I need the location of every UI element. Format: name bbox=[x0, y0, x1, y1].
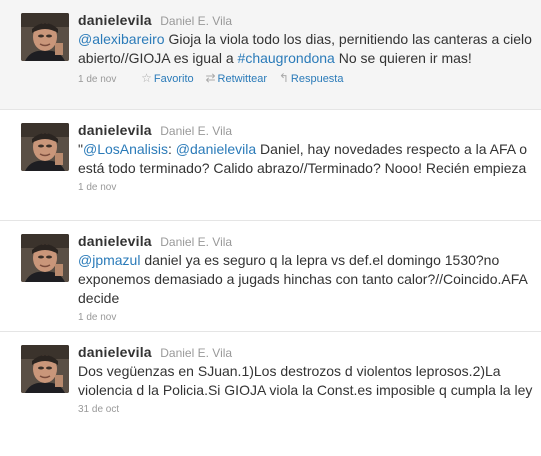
tweet-header: danielevila Daniel E. Vila bbox=[78, 232, 533, 250]
tweet-header: danielevila Daniel E. Vila bbox=[78, 121, 533, 139]
timestamp-link[interactable]: 1 de nov bbox=[78, 312, 116, 323]
tweet-content: danielevila Daniel E. Vila Dos vegüenzas… bbox=[78, 343, 533, 417]
user-avatar-photo[interactable] bbox=[21, 13, 69, 61]
tweet-text-segment: : bbox=[168, 141, 176, 157]
timestamp-link[interactable]: 1 de nov bbox=[78, 74, 116, 85]
tweet-text: "@LosAnalisis: @danielevila Daniel, hay … bbox=[78, 140, 533, 178]
timestamp-link[interactable]: 31 de oct bbox=[78, 404, 119, 415]
retweet-label: Retwittear bbox=[217, 73, 268, 85]
tweet-text-segment: daniel ya es seguro q la lepra vs def.el… bbox=[78, 252, 528, 306]
tweet-item[interactable]: danielevila Daniel E. Vila "@LosAnalisis… bbox=[0, 110, 541, 221]
tweet-content: danielevila Daniel E. Vila @jpmazul dani… bbox=[78, 232, 533, 325]
tweet-text-segment: No se quieren ir mas! bbox=[334, 50, 472, 66]
star-icon: ☆ bbox=[141, 71, 152, 85]
mention-link[interactable]: @alexibareiro bbox=[78, 31, 165, 47]
tweet-text-segment: Dos vegüenzas en SJuan.1)Los destrozos d… bbox=[78, 363, 533, 398]
tweet-timeline: danielevila Daniel E. Vila @alexibareiro… bbox=[0, 0, 541, 456]
mention-link[interactable]: @jpmazul bbox=[78, 252, 140, 268]
tweet-header: danielevila Daniel E. Vila bbox=[78, 343, 533, 361]
tweet-item[interactable]: danielevila Daniel E. Vila Dos vegüenzas… bbox=[0, 332, 541, 456]
mention-link[interactable]: @LosAnalisis bbox=[83, 141, 168, 157]
tweet-text: @jpmazul daniel ya es seguro q la lepra … bbox=[78, 251, 533, 308]
retweet-icon: ⇄ bbox=[205, 71, 216, 85]
tweet-header: danielevila Daniel E. Vila bbox=[78, 11, 533, 29]
user-avatar-photo[interactable] bbox=[21, 234, 69, 282]
timestamp-link[interactable]: 1 de nov bbox=[78, 182, 116, 193]
screen-name-link[interactable]: danielevila bbox=[78, 344, 152, 360]
tweet-text: @alexibareiro Gioja la viola todo los di… bbox=[78, 30, 533, 68]
tweet-meta: 1 de nov bbox=[78, 181, 533, 195]
screen-name-link[interactable]: danielevila bbox=[78, 233, 152, 249]
reply-arrow-icon: ↰ bbox=[278, 71, 289, 85]
user-avatar-photo[interactable] bbox=[21, 345, 69, 393]
hashtag-link[interactable]: #chaugrondona bbox=[238, 50, 335, 66]
tweet-content: danielevila Daniel E. Vila @alexibareiro… bbox=[78, 11, 533, 85]
tweet-item[interactable]: danielevila Daniel E. Vila @alexibareiro… bbox=[0, 0, 541, 110]
screen-name-link[interactable]: danielevila bbox=[78, 122, 152, 138]
tweet-text: Dos vegüenzas en SJuan.1)Los destrozos d… bbox=[78, 362, 533, 400]
tweet-meta: 1 de nov bbox=[78, 311, 533, 325]
screen-name-link[interactable]: danielevila bbox=[78, 12, 152, 28]
user-avatar-photo[interactable] bbox=[21, 123, 69, 171]
tweet-content: danielevila Daniel E. Vila "@LosAnalisis… bbox=[78, 121, 533, 195]
tweet-meta: 1 de nov ☆ Favorito ⇄ Retwittear ↰ Respuest… bbox=[78, 71, 533, 85]
tweet-item[interactable]: danielevila Daniel E. Vila @jpmazul dani… bbox=[0, 221, 541, 332]
reply-button[interactable]: ↰ Respuesta bbox=[278, 71, 344, 85]
mention-link[interactable]: @danielevila bbox=[176, 141, 256, 157]
full-name: Daniel E. Vila bbox=[160, 124, 233, 138]
favorite-button[interactable]: ☆ Favorito bbox=[141, 71, 194, 85]
full-name: Daniel E. Vila bbox=[160, 235, 233, 249]
reply-label: Respuesta bbox=[290, 73, 344, 85]
full-name: Daniel E. Vila bbox=[160, 14, 233, 28]
retweet-button[interactable]: ⇄ Retwittear bbox=[205, 71, 268, 85]
tweet-meta: 31 de oct bbox=[78, 403, 533, 417]
full-name: Daniel E. Vila bbox=[160, 346, 233, 360]
tweet-actions: ☆ Favorito ⇄ Retwittear ↰ Respuesta bbox=[141, 71, 352, 87]
favorite-label: Favorito bbox=[153, 73, 194, 85]
